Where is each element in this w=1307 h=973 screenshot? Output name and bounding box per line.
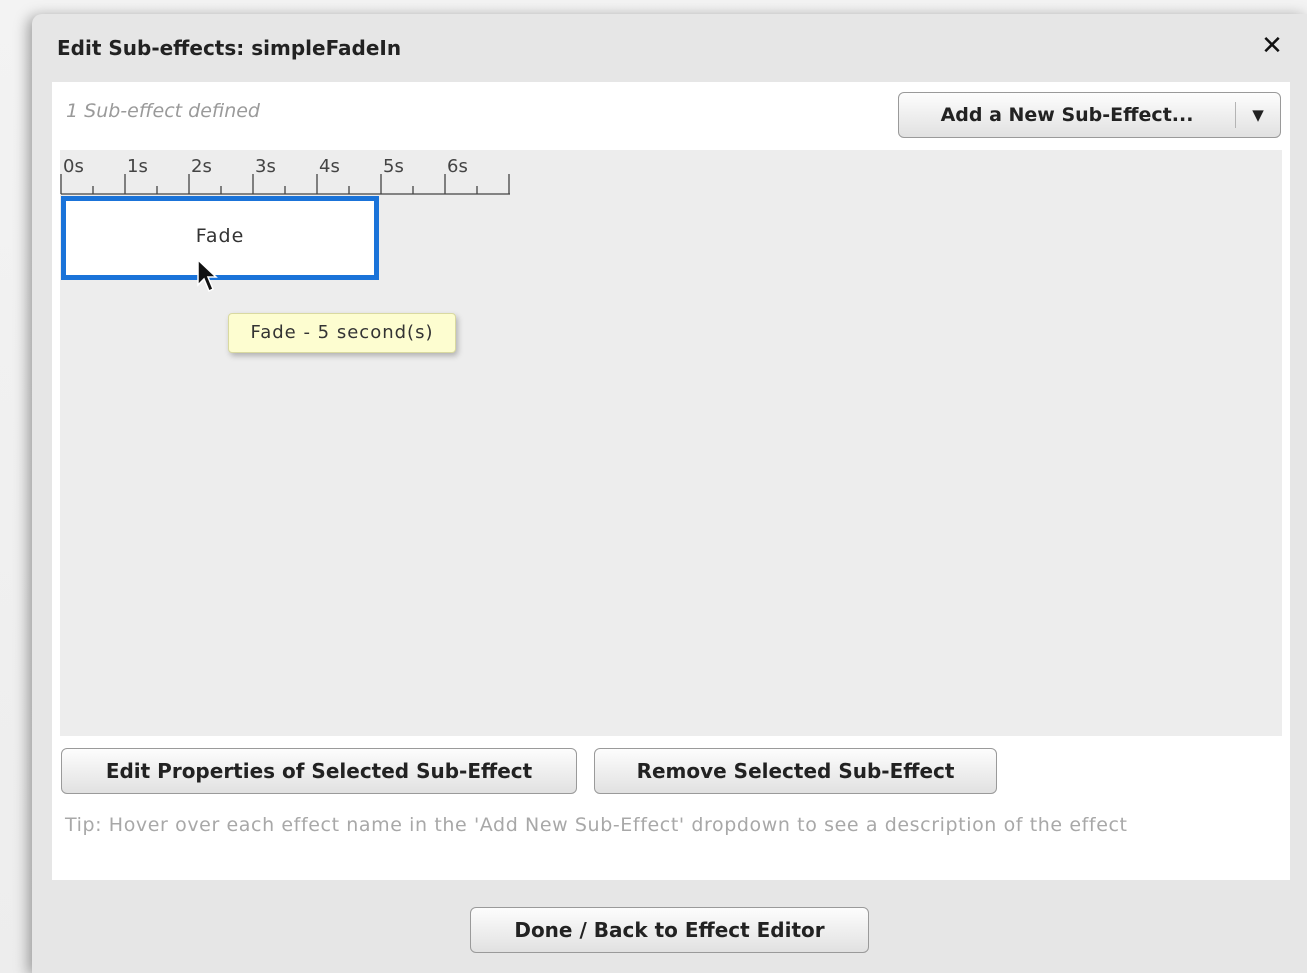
add-subeffect-dropdown[interactable]: Add a New Sub-Effect... ▼ [898, 92, 1281, 138]
ruler-label: 0s [63, 156, 84, 177]
ruler-label: 3s [255, 156, 276, 177]
ruler-label: 5s [383, 156, 404, 177]
dialog-title: Edit Sub-effects: simpleFadeIn [57, 36, 402, 60]
close-icon[interactable]: ✕ [1256, 30, 1288, 62]
edit-subeffects-dialog: Edit Sub-effects: simpleFadeIn ✕ 1 Sub-e… [32, 14, 1307, 973]
subeffect-count: 1 Sub-effect defined [66, 100, 260, 122]
ruler-label: 4s [319, 156, 340, 177]
tip-text: Tip: Hover over each effect name in the … [65, 814, 1128, 836]
done-button[interactable]: Done / Back to Effect Editor [470, 907, 869, 953]
ruler-label: 1s [127, 156, 148, 177]
chevron-down-icon[interactable]: ▼ [1236, 93, 1280, 137]
mouse-cursor-icon [197, 258, 218, 293]
ruler-label: 6s [447, 156, 468, 177]
edit-properties-button[interactable]: Edit Properties of Selected Sub-Effect [61, 748, 577, 794]
add-subeffect-label: Add a New Sub-Effect... [940, 104, 1194, 126]
effect-name: Fade [195, 225, 245, 247]
remove-subeffect-button[interactable]: Remove Selected Sub-Effect [594, 748, 997, 794]
effect-tooltip: Fade - 5 second(s) [228, 313, 456, 353]
subeffects-panel: 1 Sub-effect defined Add a New Sub-Effec… [52, 82, 1290, 880]
time-ruler: 0s 1s 2s 3s 4s 5s 6s [60, 156, 510, 195]
timeline-area: 0s 1s 2s 3s 4s 5s 6s Fade Fade - 5 secon… [60, 150, 1282, 736]
ruler-label: 2s [191, 156, 212, 177]
